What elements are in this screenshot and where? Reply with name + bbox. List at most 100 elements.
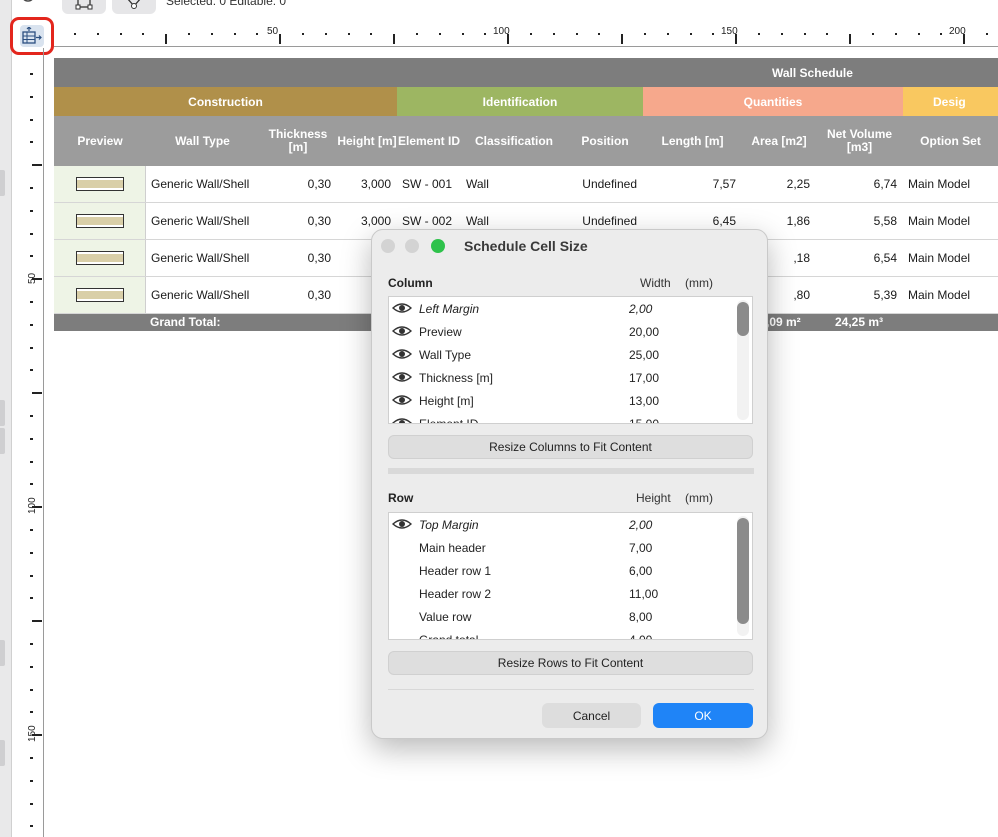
list-item[interactable]: Value row 8,00 — [389, 605, 752, 628]
ruler-label: 50 — [267, 26, 279, 37]
list-item-value[interactable]: 25,00 — [629, 348, 659, 362]
eye-icon[interactable] — [392, 518, 412, 530]
eye-icon[interactable] — [392, 371, 412, 383]
wall-preview-swatch — [75, 288, 124, 302]
list-item-value[interactable]: 6,00 — [629, 564, 652, 578]
column-list-scrollbar[interactable] — [737, 300, 749, 420]
list-item[interactable]: Header row 2 11,00 — [389, 582, 752, 605]
list-item[interactable]: Grand total 4,00 — [389, 628, 752, 639]
eye-icon[interactable] — [392, 394, 412, 406]
ruler-tick — [165, 34, 167, 44]
group-design: Desig — [903, 87, 998, 116]
cell-net-volume: 6,74 — [873, 177, 897, 191]
row-list-scrollbar[interactable] — [737, 516, 749, 636]
list-item[interactable]: Thickness [m] 17,00 — [389, 366, 752, 389]
list-item-value[interactable]: 20,00 — [629, 325, 659, 339]
eye-icon[interactable] — [392, 302, 412, 314]
list-item-label: Height [m] — [419, 394, 474, 408]
list-item-value[interactable]: 8,00 — [629, 610, 652, 624]
height-unit-label: (mm) — [685, 491, 713, 505]
gear-icon[interactable] — [20, 0, 38, 6]
row-size-list[interactable]: Top Margin 2,00 Main header 7,00 Header row … — [388, 512, 753, 640]
ruler-tick — [849, 34, 851, 44]
ok-button[interactable]: OK — [653, 703, 753, 728]
list-item-value[interactable]: 4,00 — [629, 633, 652, 639]
column-header: Area [m2] — [751, 133, 807, 148]
ruler-tick — [826, 33, 829, 35]
list-item[interactable]: Left Margin 2,00 — [389, 297, 752, 320]
ruler-tick — [30, 597, 33, 600]
row-list-scroll-thumb[interactable] — [737, 518, 749, 624]
transform-tool-button[interactable] — [62, 0, 106, 14]
list-item-value[interactable]: 7,00 — [629, 541, 652, 555]
ruler-tick — [30, 232, 33, 235]
column-size-list[interactable]: Left Margin 2,00 Preview 20,00 Wall Type 25,0… — [388, 296, 753, 424]
list-item[interactable]: Main header 7,00 — [389, 536, 752, 559]
close-window-button[interactable] — [381, 239, 395, 253]
ruler-tick — [438, 33, 441, 35]
list-item-value[interactable]: 11,00 — [629, 587, 658, 601]
list-item-value[interactable]: 2,00 — [629, 518, 652, 532]
zoom-window-button[interactable] — [431, 239, 445, 253]
left-toolbar-strip — [0, 0, 12, 837]
preview-cell — [54, 166, 146, 202]
list-item[interactable]: Top Margin 2,00 — [389, 513, 752, 536]
list-item[interactable]: Header row 1 6,00 — [389, 559, 752, 582]
list-item-value[interactable]: 15,00 — [629, 417, 659, 423]
ruler-tick — [30, 574, 33, 577]
minimize-window-button[interactable] — [405, 239, 419, 253]
ruler-tick — [30, 802, 33, 805]
row-section-heading: Row — [388, 491, 414, 505]
ruler-tick — [32, 734, 42, 736]
table-row[interactable]: Generic Wall/Shell 0,30 3,000 SW - 001 W… — [54, 166, 998, 203]
list-item-label: Left Margin — [419, 302, 480, 316]
cell-option-set: Main Model — [908, 288, 971, 302]
wall-preview-swatch — [75, 251, 124, 265]
list-item-value[interactable]: 17,00 — [629, 371, 659, 385]
column-list-scroll-thumb[interactable] — [737, 302, 749, 336]
ruler-tick — [963, 34, 965, 44]
eye-icon[interactable] — [392, 417, 412, 424]
ruler-tick — [30, 757, 33, 759]
list-item-value[interactable]: 13,00 — [629, 394, 659, 408]
list-item-label: Wall Type — [419, 348, 472, 362]
edit-tool-button[interactable] — [112, 0, 156, 14]
list-item[interactable]: Wall Type 25,00 — [389, 343, 752, 366]
ruler-tick — [575, 33, 578, 35]
list-item[interactable]: Preview 20,00 — [389, 320, 752, 343]
cell-area: 2,25 — [786, 177, 810, 191]
list-item-label: Element ID — [419, 417, 479, 424]
ruler-tick — [758, 33, 760, 35]
eye-icon[interactable] — [392, 325, 412, 337]
ruler-tick — [30, 688, 33, 691]
resize-rows-button[interactable]: Resize Rows to Fit Content — [388, 651, 753, 675]
resize-columns-button[interactable]: Resize Columns to Fit Content — [388, 435, 753, 459]
cell-thickness: 0,30 — [307, 214, 331, 228]
ruler-tick — [666, 33, 669, 35]
ruler-tick — [30, 346, 33, 349]
ruler-tick — [370, 33, 373, 35]
ruler-tick — [210, 33, 213, 35]
ruler-tick — [96, 33, 99, 35]
cell-net-volume: 6,54 — [873, 251, 897, 265]
ruler-tick — [30, 779, 33, 782]
ruler-tick — [872, 33, 874, 35]
ruler-tick — [803, 33, 806, 35]
list-item[interactable]: Element ID 15,00 — [389, 412, 752, 424]
list-item[interactable]: Height [m] 13,00 — [389, 389, 752, 412]
schedule-title-row: Wall Schedule — [54, 58, 998, 87]
list-item-label: Header row 1 — [419, 564, 492, 578]
column-header: Option Set — [920, 133, 981, 148]
ruler-tick — [142, 33, 145, 35]
eye-icon[interactable] — [392, 348, 412, 360]
group-identification: Identification — [397, 87, 643, 116]
ruler-tick — [894, 33, 897, 35]
wall-preview-swatch — [75, 214, 124, 228]
ruler-tick — [279, 34, 281, 44]
list-item-value[interactable]: 2,00 — [629, 302, 652, 316]
cancel-button[interactable]: Cancel — [542, 703, 641, 728]
ruler-tick — [74, 33, 76, 35]
ruler-tick — [30, 643, 33, 645]
ruler-tick — [233, 33, 236, 35]
ruler-tick — [30, 825, 33, 828]
